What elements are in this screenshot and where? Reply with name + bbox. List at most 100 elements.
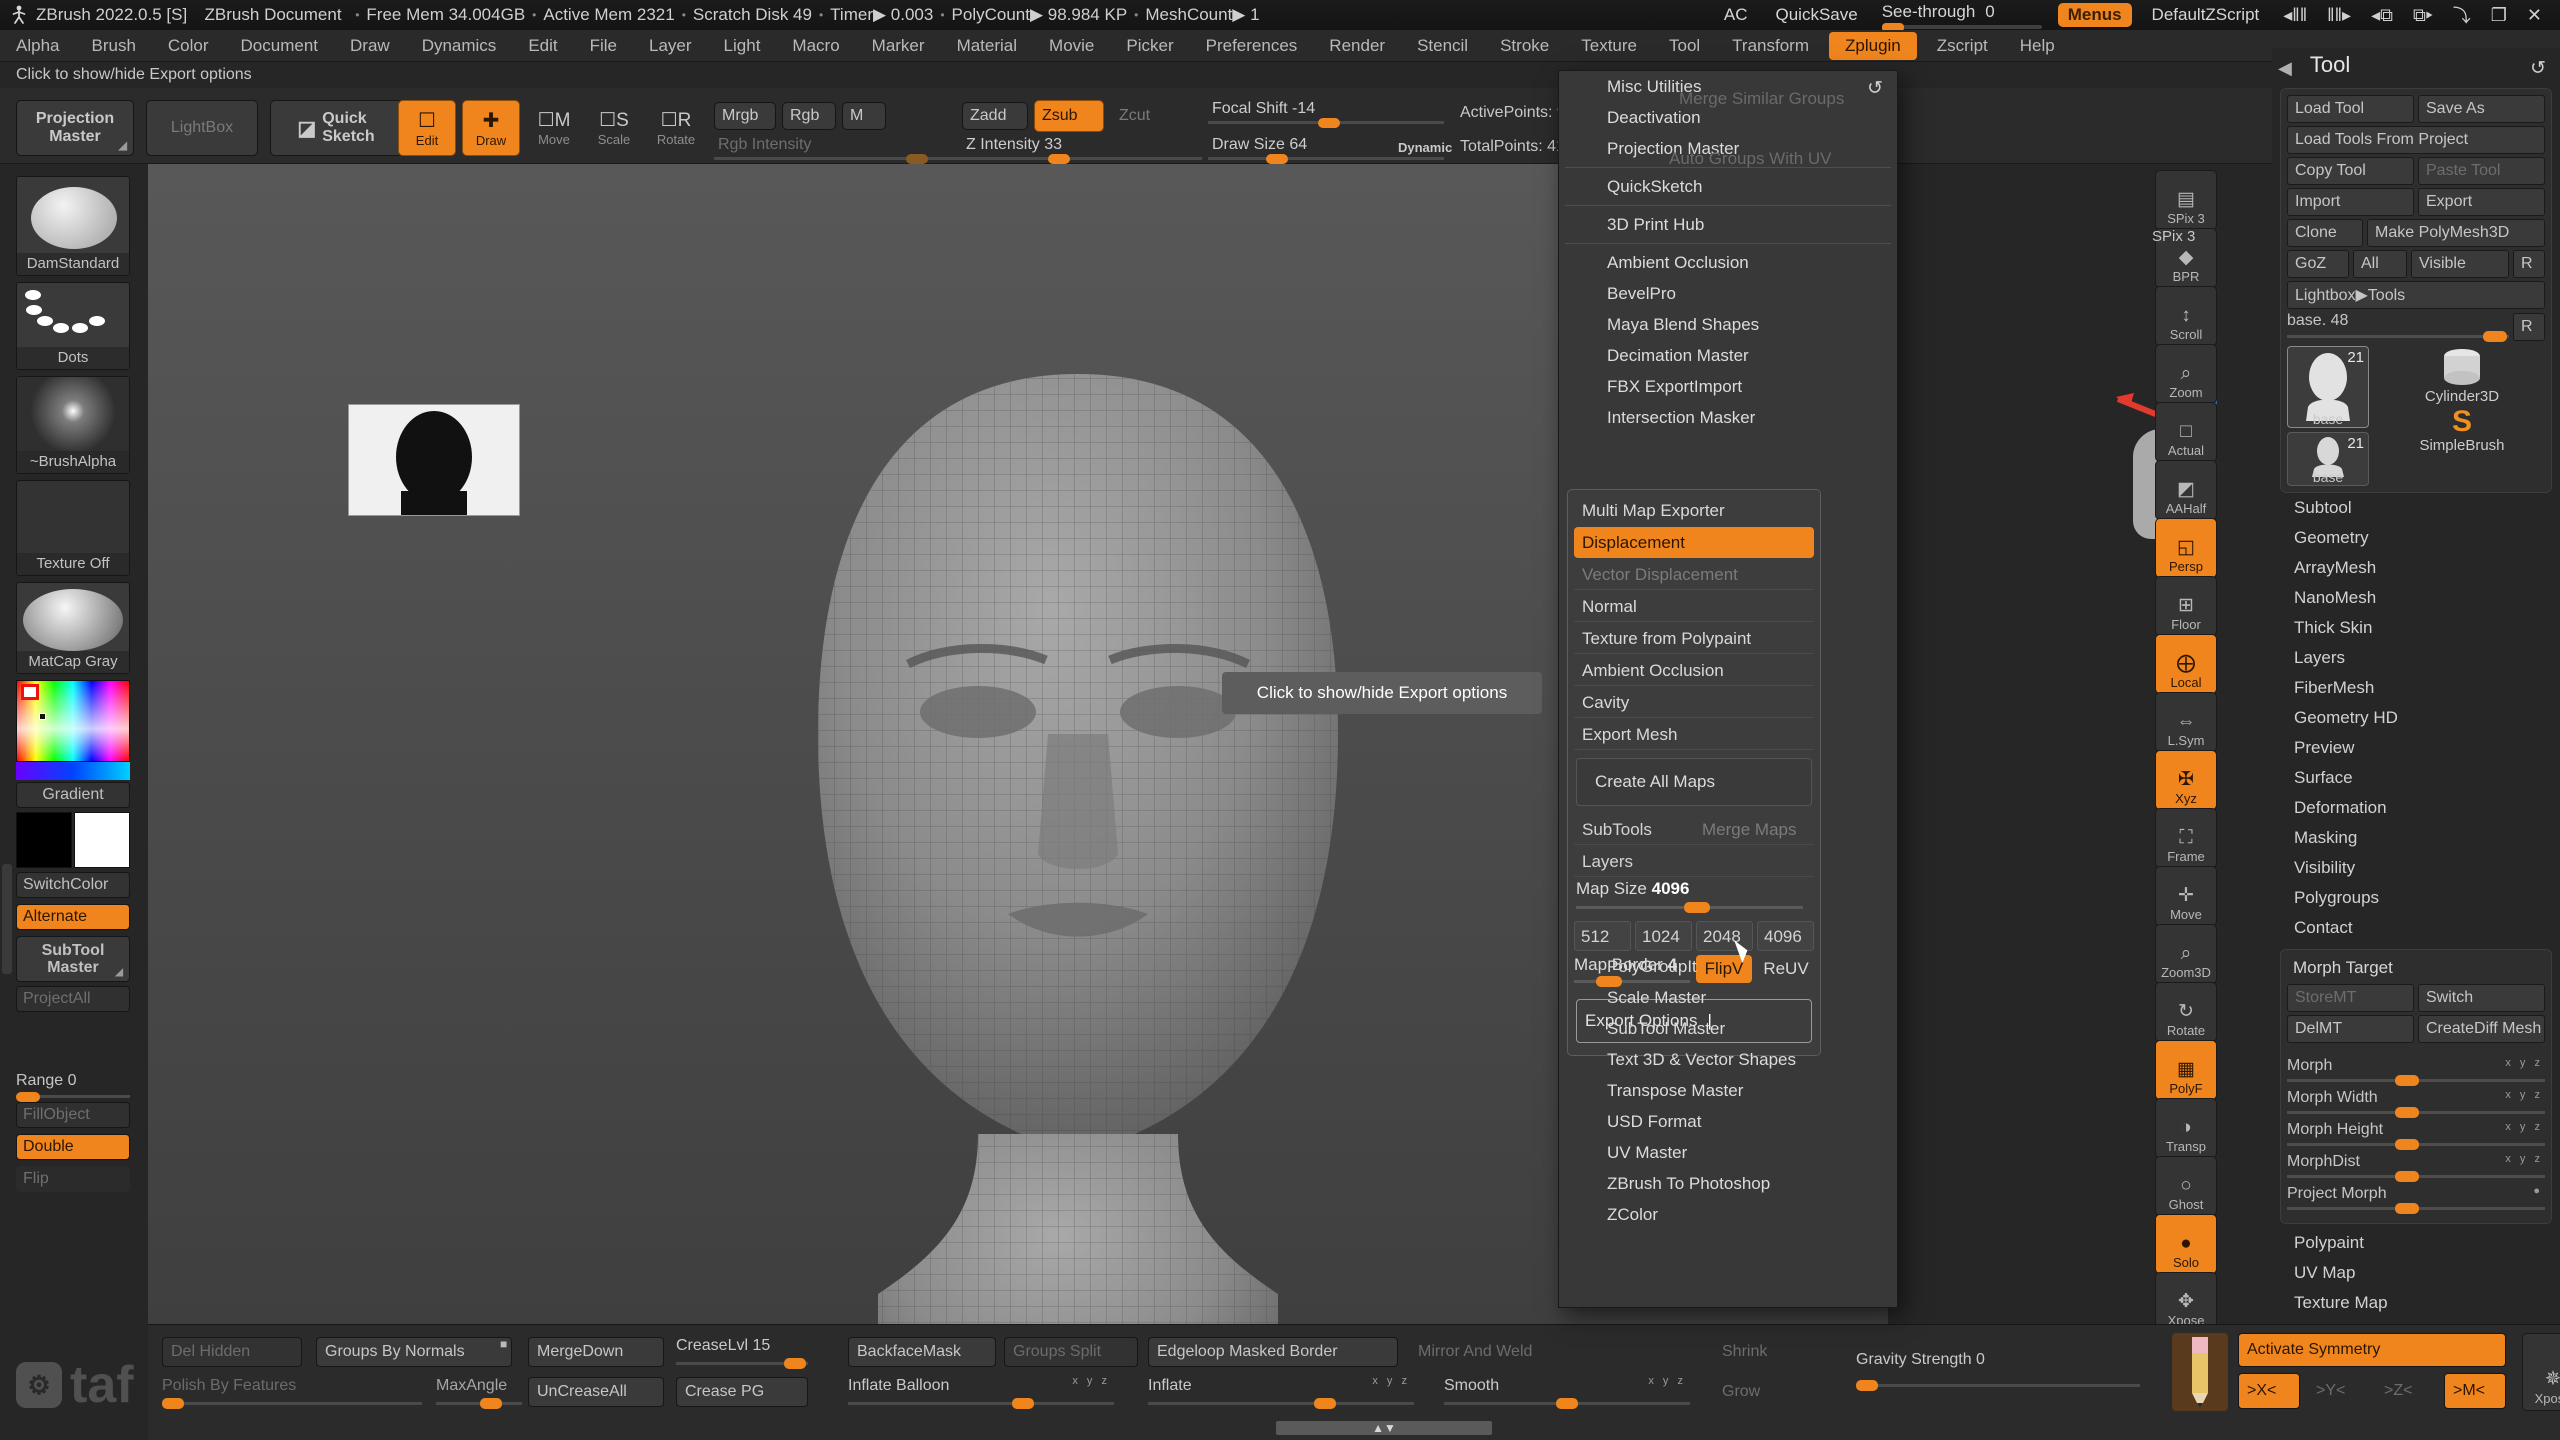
- tool-section-layers[interactable]: Layers: [2272, 643, 2560, 673]
- window-left-icon[interactable]: ◂⧉: [2361, 5, 2403, 26]
- import-button[interactable]: Import: [2287, 188, 2414, 216]
- rgb-intensity-slider[interactable]: Rgb Intensity: [714, 136, 990, 164]
- crease-pg-button[interactable]: Crease PG: [676, 1377, 808, 1407]
- tool-section-texture-map[interactable]: Texture Map: [2272, 1288, 2560, 1318]
- scale-button[interactable]: ☐S Scale: [588, 100, 640, 156]
- tool-section-nanomesh[interactable]: NanoMesh: [2272, 583, 2560, 613]
- see-through-slider[interactable]: See-through 0: [1872, 2, 2052, 32]
- tray-left-icon[interactable]: ◂‖‖: [2273, 5, 2317, 26]
- rgb-intensity-knob[interactable]: [906, 154, 928, 164]
- z-intensity-knob[interactable]: [1048, 154, 1070, 164]
- crease-lvl-slider[interactable]: CreaseLvl 15: [676, 1337, 808, 1369]
- smooth-slider[interactable]: Smooth x y z: [1444, 1375, 1690, 1409]
- subtool-master-button[interactable]: SubTool Master ◢: [16, 936, 130, 982]
- morph-slider-knob[interactable]: [2395, 1107, 2420, 1118]
- color-current-swatch[interactable]: [21, 684, 39, 700]
- groups-by-normals-button[interactable]: Groups By Normals: [316, 1337, 512, 1367]
- max-angle-slider[interactable]: MaxAngle: [436, 1377, 522, 1409]
- menu-item-file[interactable]: File: [574, 30, 633, 62]
- zplugin-intersection-masker[interactable]: Intersection Masker: [1559, 402, 1897, 433]
- tool-section-contact[interactable]: Contact: [2272, 913, 2560, 943]
- rail-rotate-button[interactable]: ↻ Rotate: [2155, 982, 2217, 1042]
- stroke-swatch[interactable]: Dots: [16, 282, 130, 370]
- rail-aahalf-button[interactable]: ◩ AAHalf: [2155, 460, 2217, 520]
- tool-section-deformation[interactable]: Deformation: [2272, 793, 2560, 823]
- gravity-strength-track[interactable]: [1856, 1384, 2140, 1387]
- rail-xyz-button[interactable]: ✠ Xyz: [2155, 750, 2217, 810]
- map-size-knob[interactable]: [1684, 902, 1710, 913]
- map-option-normal[interactable]: Normal: [1574, 591, 1814, 622]
- rotate-button[interactable]: ☐R Rotate: [648, 100, 704, 156]
- gradient-strip[interactable]: [16, 762, 130, 780]
- rgb-button[interactable]: Rgb: [782, 102, 836, 130]
- goz-button[interactable]: GoZ: [2287, 250, 2349, 278]
- lightbox-tools-button[interactable]: Lightbox▶Tools: [2287, 281, 2545, 309]
- tool-section-polypaint[interactable]: Polypaint: [2272, 1228, 2560, 1258]
- restore-icon[interactable]: ❐: [2481, 5, 2517, 26]
- xpose-button[interactable]: ✵ Xpose: [2522, 1333, 2560, 1411]
- uncrease-all-button[interactable]: UnCreaseAll: [528, 1377, 664, 1407]
- tool-section-polygroups[interactable]: Polygroups: [2272, 883, 2560, 913]
- menu-item-light[interactable]: Light: [708, 30, 777, 62]
- zplugin-plugin-list[interactable]: Ambient Occlusion BevelPro Maya Blend Shap…: [1559, 247, 1897, 433]
- close-icon[interactable]: ✕: [2517, 5, 2552, 26]
- map-option-ambient-occlusion[interactable]: Ambient Occlusion: [1574, 655, 1814, 686]
- morph-slider-knob[interactable]: [2395, 1203, 2420, 1214]
- focal-shift-slider[interactable]: Focal Shift -14: [1208, 100, 1444, 128]
- rail-l-sym-button[interactable]: ⇔ L.Sym: [2155, 692, 2217, 752]
- menu-item-zplugin[interactable]: Zplugin: [1829, 31, 1917, 60]
- zplugin-dropdown[interactable]: ↺ Misc Utilities Deactivation Projection M…: [1558, 70, 1898, 1308]
- make-polymesh3d-button[interactable]: Make PolyMesh3D: [2367, 219, 2545, 247]
- crease-lvl-knob[interactable]: [784, 1358, 806, 1369]
- simplebrush-item[interactable]: S SimpleBrush: [2379, 407, 2545, 455]
- polish-by-features-slider[interactable]: Polish By Features: [162, 1377, 422, 1409]
- projection-master-button[interactable]: Projection Master ◢: [16, 100, 134, 156]
- base-slider-track[interactable]: [2287, 335, 2509, 338]
- zsub-button[interactable]: Zsub: [1034, 100, 1104, 132]
- activate-symmetry-button[interactable]: Activate Symmetry: [2238, 1333, 2506, 1367]
- menu-item-alpha[interactable]: Alpha: [0, 30, 75, 62]
- goz-visible-button[interactable]: Visible: [2411, 250, 2509, 278]
- zplugin-zcolor[interactable]: ZColor: [1559, 1199, 1897, 1230]
- create-all-maps-button[interactable]: Create All Maps: [1576, 758, 1812, 806]
- rail-actual-button[interactable]: □ Actual: [2155, 402, 2217, 462]
- tool-section-subtool[interactable]: Subtool: [2272, 493, 2560, 523]
- draw-size-knob[interactable]: [1266, 154, 1288, 164]
- ac-button[interactable]: AC: [1710, 5, 1762, 25]
- mirror-and-weld-button[interactable]: Mirror And Weld: [1410, 1337, 1600, 1367]
- flip-button[interactable]: Flip: [16, 1166, 130, 1192]
- brush-swatch[interactable]: DamStandard: [16, 176, 130, 276]
- create-diff-mesh-button[interactable]: CreateDiff Mesh: [2418, 1015, 2545, 1043]
- zplugin-ambient-occlusion[interactable]: Ambient Occlusion: [1559, 247, 1897, 278]
- menu-item-stroke[interactable]: Stroke: [1484, 30, 1565, 62]
- menu-item-texture[interactable]: Texture: [1565, 30, 1653, 62]
- inflate-balloon-slider[interactable]: Inflate Balloon x y z: [848, 1375, 1114, 1409]
- zplugin-maya-blend-shapes[interactable]: Maya Blend Shapes: [1559, 309, 1897, 340]
- gravity-strength-slider[interactable]: Gravity Strength 0: [1856, 1351, 2140, 1391]
- menu-item-help[interactable]: Help: [2004, 30, 2071, 62]
- map-size-slider[interactable]: Map Size 4096: [1576, 879, 1812, 915]
- tool-panel-reset-icon[interactable]: ↺: [2530, 57, 2560, 80]
- dynamic-label[interactable]: Dynamic: [1398, 140, 1452, 155]
- map-size-512[interactable]: 512: [1574, 921, 1631, 951]
- minimize-icon[interactable]: ⤵: [2443, 2, 2481, 28]
- load-tools-from-project-button[interactable]: Load Tools From Project: [2287, 126, 2545, 154]
- tool-thumb-base-large[interactable]: 21 base: [2287, 346, 2369, 428]
- lightbox-button[interactable]: LightBox: [146, 100, 258, 156]
- menu-item-transform[interactable]: Transform: [1716, 30, 1825, 62]
- tool-section-uv-map[interactable]: UV Map: [2272, 1258, 2560, 1288]
- zplugin-usd-format[interactable]: USD Format: [1559, 1106, 1897, 1137]
- range-slider[interactable]: Range 0: [16, 1072, 130, 1102]
- secondary-color[interactable]: [74, 812, 130, 868]
- material-swatch[interactable]: MatCap Gray: [16, 582, 130, 674]
- map-option-export-mesh[interactable]: Export Mesh: [1574, 719, 1814, 750]
- mrgb-button[interactable]: Mrgb: [714, 102, 776, 130]
- subtools-button[interactable]: SubTools: [1574, 814, 1694, 845]
- menu-item-picker[interactable]: Picker: [1110, 30, 1189, 62]
- z-intensity-slider[interactable]: Z Intensity 33: [962, 136, 1202, 164]
- quick-sketch-button[interactable]: ◪ Quick Sketch: [270, 100, 402, 156]
- inflate-balloon-knob[interactable]: [1012, 1398, 1034, 1409]
- menu-item-layer[interactable]: Layer: [633, 30, 708, 62]
- layers-row[interactable]: Layers: [1574, 846, 1814, 877]
- inflate-track[interactable]: [1148, 1402, 1414, 1405]
